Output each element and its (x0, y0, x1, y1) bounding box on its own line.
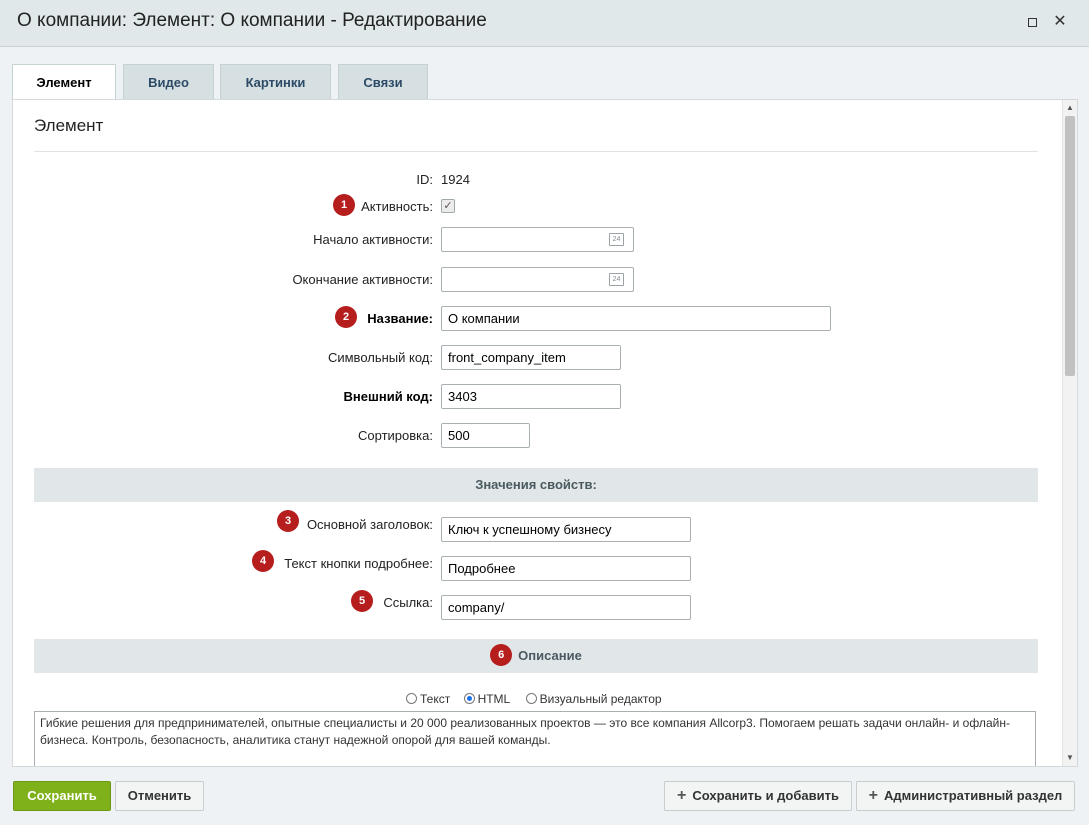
tab-pictures[interactable]: Картинки (220, 64, 331, 100)
name-label: Название: (367, 311, 433, 326)
window-titlebar: О компании: Элемент: О компании - Редакт… (0, 0, 1089, 47)
admin-section-button[interactable]: + Административный раздел (856, 781, 1075, 811)
ext-code-input[interactable]: 3403 (441, 384, 621, 409)
edit-panel: Элемент ID: 1924 1 Активность: ✓ Начало … (12, 99, 1078, 767)
mode-text-label[interactable]: Текст (420, 692, 450, 706)
end-label: Окончание активности: (292, 272, 433, 287)
name-input[interactable]: О компании (441, 306, 831, 331)
calendar-icon[interactable]: 24 (609, 233, 624, 246)
scroll-thumb[interactable] (1065, 116, 1075, 376)
description-header-label: Описание (518, 648, 582, 663)
close-icon[interactable]: ✕ (1052, 14, 1068, 30)
window-title: О компании: Элемент: О компании - Редакт… (17, 10, 487, 31)
button-prop-label: Текст кнопки подробнее: (284, 556, 433, 571)
active-checkbox[interactable]: ✓ (441, 199, 455, 213)
id-value: 1924 (441, 172, 470, 187)
start-date-input[interactable] (441, 227, 634, 252)
save-and-add-button[interactable]: + Сохранить и добавить (664, 781, 852, 811)
properties-header: Значения свойств: (34, 468, 1038, 502)
description-header: 6 Описание (34, 639, 1038, 673)
scroll-up-icon[interactable]: ▲ (1065, 103, 1075, 113)
mode-html-radio[interactable] (463, 693, 475, 705)
description-mode: Текст HTML Визуальный редактор (406, 691, 662, 706)
button-prop-input[interactable]: Подробнее (441, 556, 691, 581)
description-textarea[interactable]: Гибкие решения для предпринимателей, опы… (34, 711, 1036, 766)
title-prop-label: Основной заголовок: (306, 517, 433, 532)
cancel-button[interactable]: Отменить (115, 781, 204, 811)
code-label: Символьный код: (327, 350, 433, 365)
mode-visual-label[interactable]: Визуальный редактор (540, 692, 662, 706)
sort-input[interactable]: 500 (441, 423, 530, 448)
sort-label: Сортировка: (358, 428, 433, 443)
code-input[interactable]: front_company_item (441, 345, 621, 370)
scroll-down-icon[interactable]: ▼ (1065, 753, 1075, 763)
plus-icon: + (868, 787, 879, 804)
end-date-input[interactable] (441, 267, 634, 292)
badge-6: 6 (490, 644, 513, 667)
tab-video[interactable]: Видео (123, 64, 214, 100)
link-prop-input[interactable]: company/ (441, 595, 691, 620)
mode-text-radio[interactable] (406, 693, 417, 705)
scrollbar[interactable]: ▲ ▼ (1062, 100, 1077, 766)
title-prop-input[interactable]: Ключ к успешному бизнесу (441, 517, 691, 542)
maximize-icon[interactable] (1024, 14, 1040, 30)
calendar-icon[interactable]: 24 (609, 273, 624, 286)
tab-links[interactable]: Связи (338, 64, 428, 100)
id-label: ID: (416, 172, 433, 187)
divider (34, 151, 1038, 152)
ext-code-label: Внешний код: (343, 389, 433, 404)
link-prop-label: Ссылка: (383, 595, 433, 610)
save-button[interactable]: Сохранить (13, 781, 111, 811)
save-and-add-label: Сохранить и добавить (692, 788, 839, 803)
admin-section-label: Административный раздел (884, 788, 1063, 803)
mode-visual-radio[interactable] (525, 693, 537, 705)
section-title: Элемент (34, 116, 104, 135)
start-label: Начало активности: (313, 232, 433, 247)
plus-icon: + (677, 787, 687, 804)
mode-html-label[interactable]: HTML (478, 692, 511, 706)
tab-element[interactable]: Элемент (12, 64, 116, 101)
active-label: Активность: (361, 199, 433, 214)
